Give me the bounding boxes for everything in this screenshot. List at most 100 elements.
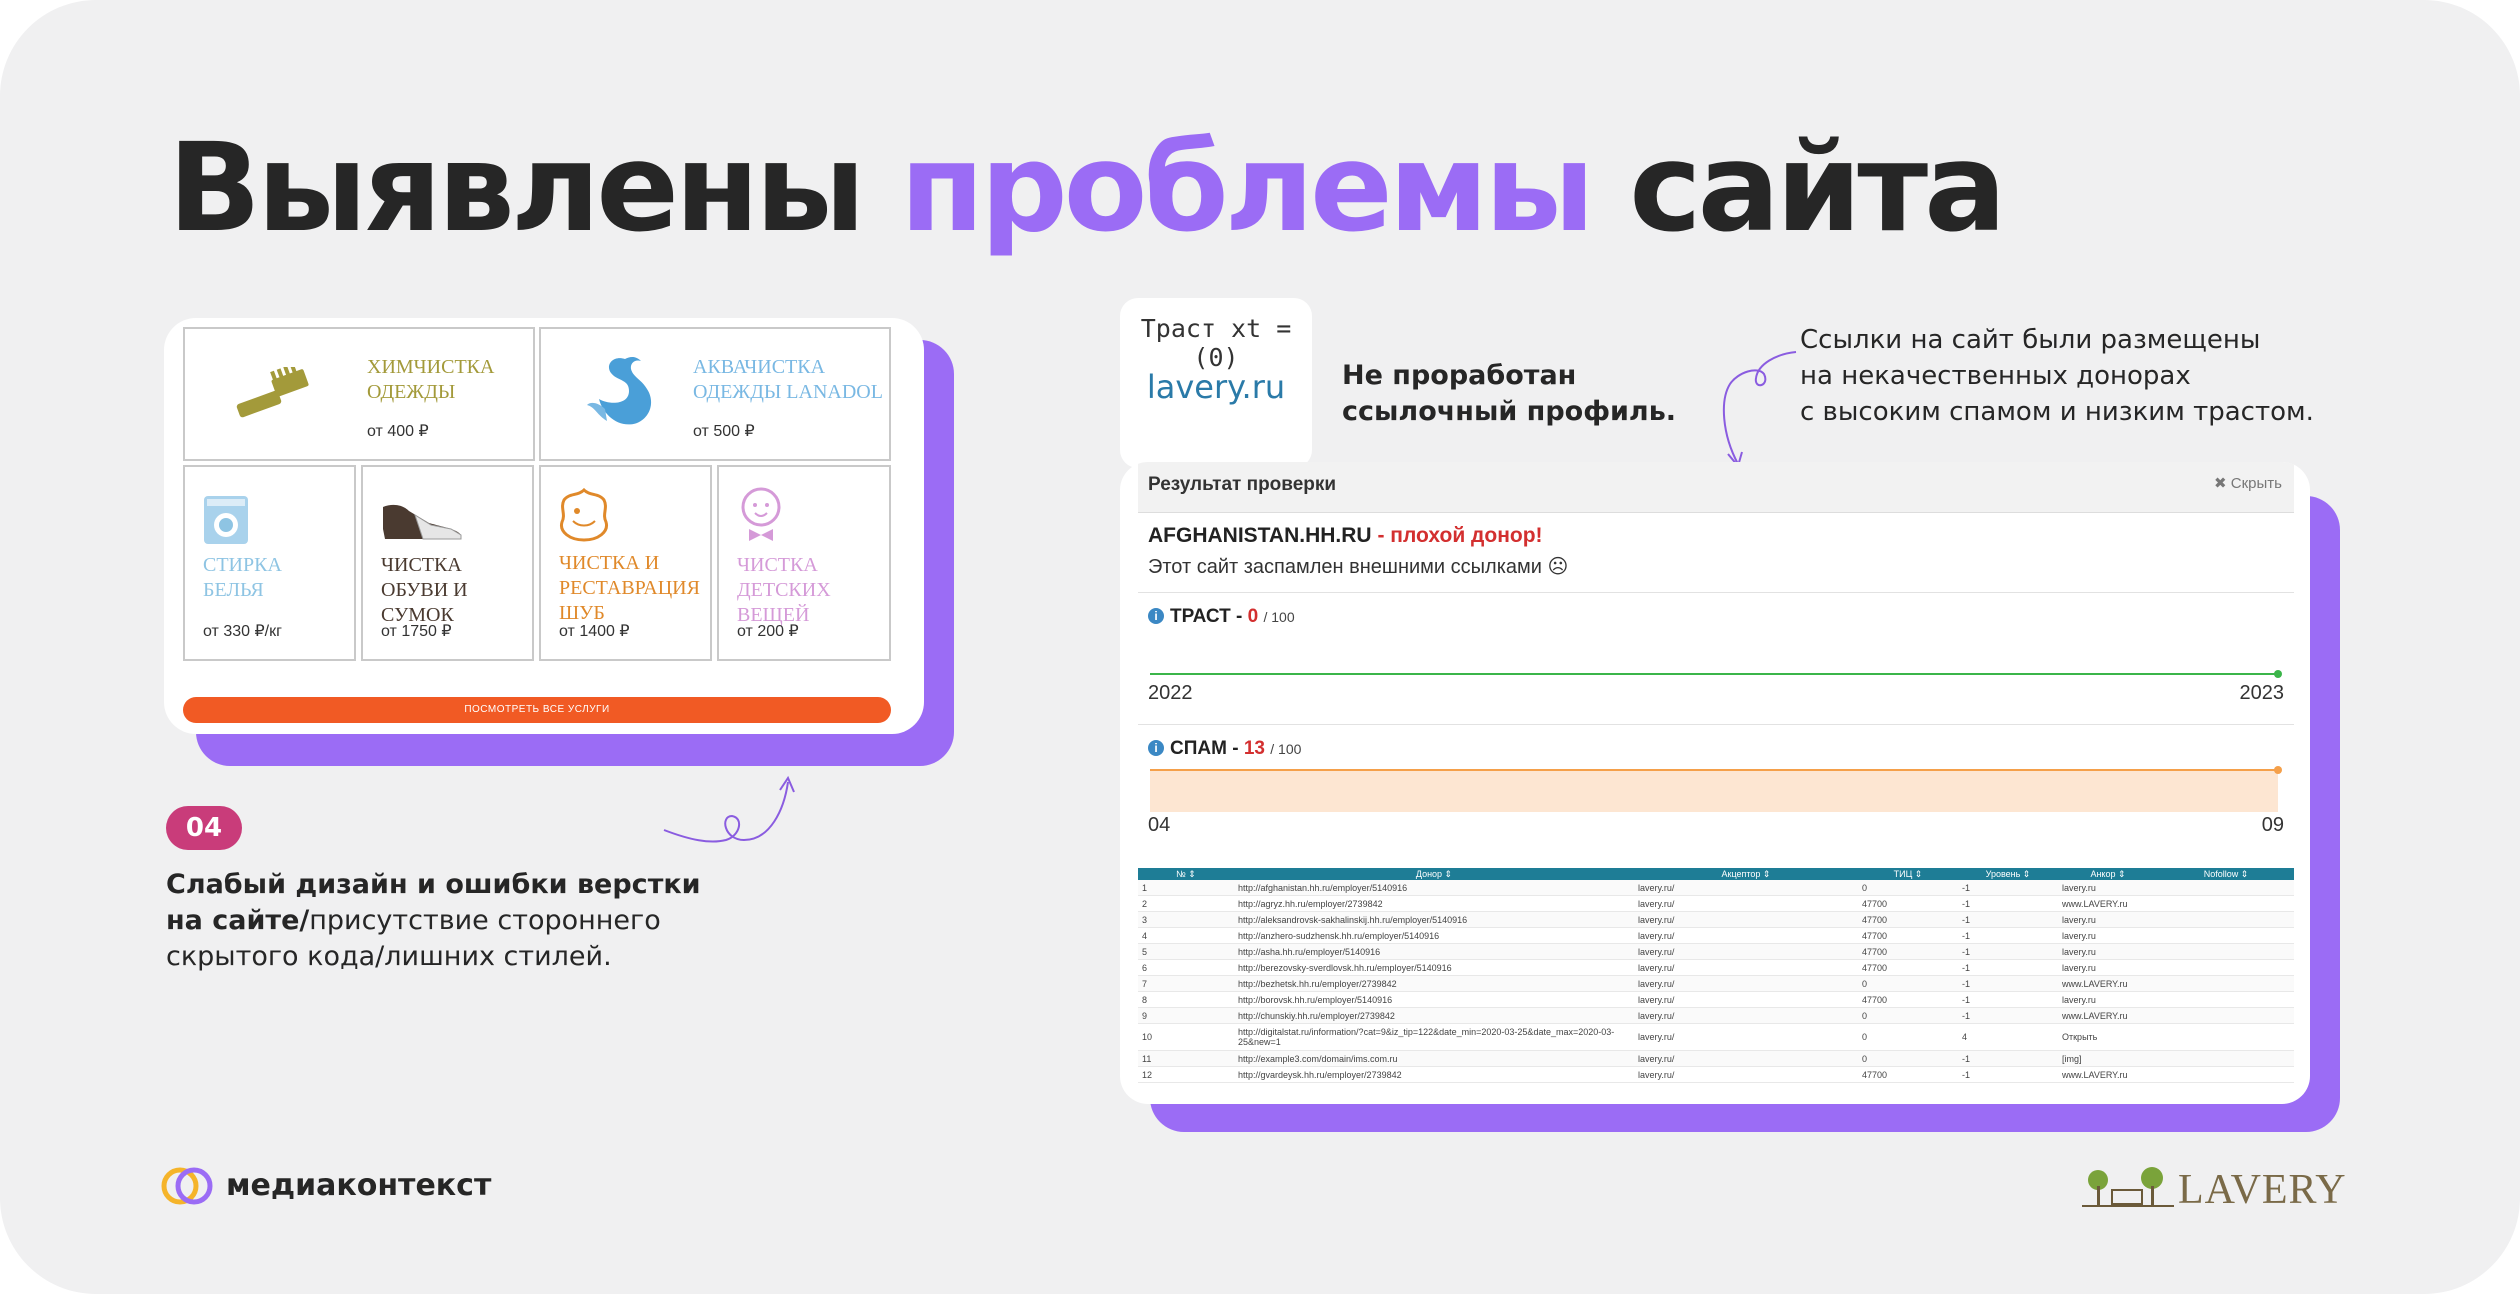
table-cell: 47700 — [1858, 943, 1958, 960]
table-cell: 4 — [1958, 1023, 2058, 1051]
table-cell: http://asha.hh.ru/employer/5140916 — [1234, 943, 1634, 960]
service-tile-laundry[interactable]: СТИРКА БЕЛЬЯ от 330 ₽/кг — [183, 465, 356, 661]
service-price: от 500 ₽ — [693, 423, 755, 440]
brush-icon — [236, 367, 309, 418]
table-cell — [2158, 1023, 2294, 1051]
service-price: от 330 ₽/кг — [203, 623, 282, 640]
service-name: ХИМЧИСТКА ОДЕЖДЫ — [367, 356, 495, 403]
table-cell: 10 — [1138, 1023, 1234, 1051]
table-header-cell[interactable]: Nofollow ⇕ — [2158, 868, 2294, 880]
service-tile-kids[interactable]: ЧИСТКА ДЕТСКИХ ВЕЩЕЙ от 200 ₽ — [717, 465, 891, 661]
info-icon: i — [1148, 608, 1164, 624]
trust-sparkline — [1150, 670, 2282, 678]
table-header-cell[interactable]: Уровень ⇕ — [1958, 868, 2058, 880]
spam-x-end: 09 — [2261, 814, 2284, 836]
table-cell: 47700 — [1858, 911, 1958, 928]
table-cell: 47700 — [1858, 1066, 1958, 1083]
result-title: Результат проверки — [1148, 474, 1337, 495]
table-cell — [2158, 943, 2294, 960]
mediacontext-logo-icon — [161, 1167, 213, 1205]
page-title: Выявлены проблемы сайта — [168, 117, 2006, 259]
loop-arrow-icon — [1722, 351, 1797, 469]
table-cell: lavery.ru/ — [1634, 880, 1858, 896]
table-row: 2 http://agryz.hh.ru/employer/2739842 lave… — [1138, 895, 2294, 912]
result-header: Результат проверки ✖ Скрыть — [1138, 462, 2294, 513]
table-cell: lavery.ru — [2058, 911, 2158, 928]
table-cell: [img] — [2058, 1050, 2158, 1067]
table-cell: 47700 — [1858, 927, 1958, 944]
trust-x-start: 2022 — [1148, 682, 1193, 704]
table-row: 1 http://afghanistan.hh.ru/employer/51409… — [1138, 880, 2294, 896]
table-cell: 7 — [1138, 975, 1234, 992]
donor-note: Ссылки на сайт были размещены на некачес… — [1800, 325, 2314, 427]
table-cell — [2158, 895, 2294, 912]
swan-icon — [587, 357, 652, 425]
service-price: от 1400 ₽ — [559, 623, 630, 640]
table-cell: -1 — [1958, 975, 2058, 992]
trust-site: lavery.ru — [1146, 368, 1286, 406]
table-cell: 0 — [1858, 880, 1958, 896]
trust-box: Траст xt = (0) lavery.ru — [1120, 298, 1312, 468]
table-cell: http://agryz.hh.ru/employer/2739842 — [1234, 895, 1634, 912]
table-header-cell[interactable]: Акцептор ⇕ — [1634, 868, 1858, 880]
table-cell: Открыть — [2058, 1023, 2158, 1051]
service-price: от 1750 ₽ — [381, 623, 452, 640]
table-cell: lavery.ru/ — [1634, 1066, 1858, 1083]
table-row: 7 http://bezhetsk.hh.ru/employer/2739842 l… — [1138, 975, 2294, 992]
issue-description: Слабый дизайн и ошибки верстки на сайте/… — [166, 869, 701, 972]
service-name: ЧИСТКА И РЕСТАВРАЦИЯ ШУБ — [559, 552, 700, 624]
table-row: 12 http://gvardeysk.hh.ru/employer/273984… — [1138, 1066, 2294, 1083]
table-cell: lavery.ru/ — [1634, 1050, 1858, 1067]
client-logo-text: LAVERY — [2178, 1167, 2347, 1213]
spam-metric: i СПАМ - 13 / 100 — [1148, 738, 1301, 760]
table-cell: lavery.ru/ — [1634, 1023, 1858, 1051]
trust-x-end: 2023 — [2239, 682, 2285, 704]
service-tile-aquacleaning[interactable]: АКВАЧИСТКА ОДЕЖДЫ Lanadol от 500 ₽ — [539, 327, 891, 461]
table-header-cell[interactable]: № ⇕ — [1138, 868, 1234, 880]
table-header-cell[interactable]: Анкор ⇕ — [2058, 868, 2158, 880]
table-header-cell[interactable]: ТИЦ ⇕ — [1858, 868, 1958, 880]
table-cell: -1 — [1958, 895, 2058, 912]
table-cell: http://example3.com/domain/ims.com.ru — [1234, 1050, 1634, 1067]
backlinks-table: № ⇕ Донор ⇕ Акцептор ⇕ ТИЦ ⇕ Уровень ⇕ Анкор … — [1138, 868, 2294, 1083]
table-cell — [2158, 1007, 2294, 1024]
table-cell: 4 — [1138, 927, 1234, 944]
table-cell: 0 — [1858, 1050, 1958, 1067]
table-cell: 3 — [1138, 911, 1234, 928]
check-result-panel: Результат проверки ✖ Скрыть AFGHANISTAN.… — [1120, 462, 2310, 1104]
table-cell: lavery.ru — [2058, 959, 2158, 976]
table-cell: -1 — [1958, 959, 2058, 976]
trust-metric: i ТРАСТ - 0 / 100 — [1148, 606, 1295, 628]
table-row: 4 http://anzhero-sudzhensk.hh.ru/employer… — [1138, 927, 2294, 944]
spam-sparkline — [1150, 766, 2282, 812]
table-cell: 11 — [1138, 1050, 1234, 1067]
hide-button[interactable]: ✖ Скрыть — [2214, 474, 2282, 492]
table-row: 3 http://aleksandrovsk-sakhalinskij.hh.ru… — [1138, 911, 2294, 928]
donor-verdict: AFGHANISTAN.HH.RU - плохой донор! — [1148, 524, 1543, 547]
trust-label: Траст xt = (0) — [1140, 314, 1292, 372]
table-row: 9 http://chunskiy.hh.ru/employer/2739842 l… — [1138, 1007, 2294, 1024]
table-cell — [2158, 880, 2294, 896]
table-cell: www.LAVERY.ru — [2058, 975, 2158, 992]
table-cell: 47700 — [1858, 895, 1958, 912]
slide: Выявлены проблемы сайта ХИМЧИСТКА ОДЕЖДЫ… — [0, 0, 2520, 1294]
service-tile-drycleaning[interactable]: ХИМЧИСТКА ОДЕЖДЫ от 400 ₽ — [183, 327, 535, 461]
table-cell — [2158, 975, 2294, 992]
table-cell: http://digitalstat.ru/information/?cat=9… — [1234, 1023, 1634, 1051]
service-price: от 200 ₽ — [737, 623, 799, 640]
all-services-button[interactable]: ПОСМОТРЕТЬ ВСЕ УСЛУГИ — [183, 697, 891, 723]
table-cell: -1 — [1958, 880, 2058, 896]
service-price: от 400 ₽ — [367, 423, 429, 440]
spam-message: Этот сайт заспамлен внешними ссылками ☹ — [1148, 556, 1569, 578]
service-tile-shoes[interactable]: ЧИСТКА ОБУВИ и СУМОК от 1750 ₽ — [361, 465, 534, 661]
table-row: 11 http://example3.com/domain/ims.com.ru l… — [1138, 1050, 2294, 1067]
table-cell: lavery.ru/ — [1634, 1007, 1858, 1024]
table-cell: www.LAVERY.ru — [2058, 1066, 2158, 1083]
table-cell: http://afghanistan.hh.ru/employer/514091… — [1234, 880, 1634, 896]
service-name: СТИРКА БЕЛЬЯ — [203, 554, 282, 601]
service-tile-fur[interactable]: ЧИСТКА И РЕСТАВРАЦИЯ ШУБ от 1400 ₽ — [539, 465, 712, 661]
table-cell: 0 — [1858, 1023, 1958, 1051]
table-cell — [2158, 927, 2294, 944]
issue-number-badge: 04 — [166, 806, 242, 850]
table-header-cell[interactable]: Донор ⇕ — [1234, 868, 1634, 880]
